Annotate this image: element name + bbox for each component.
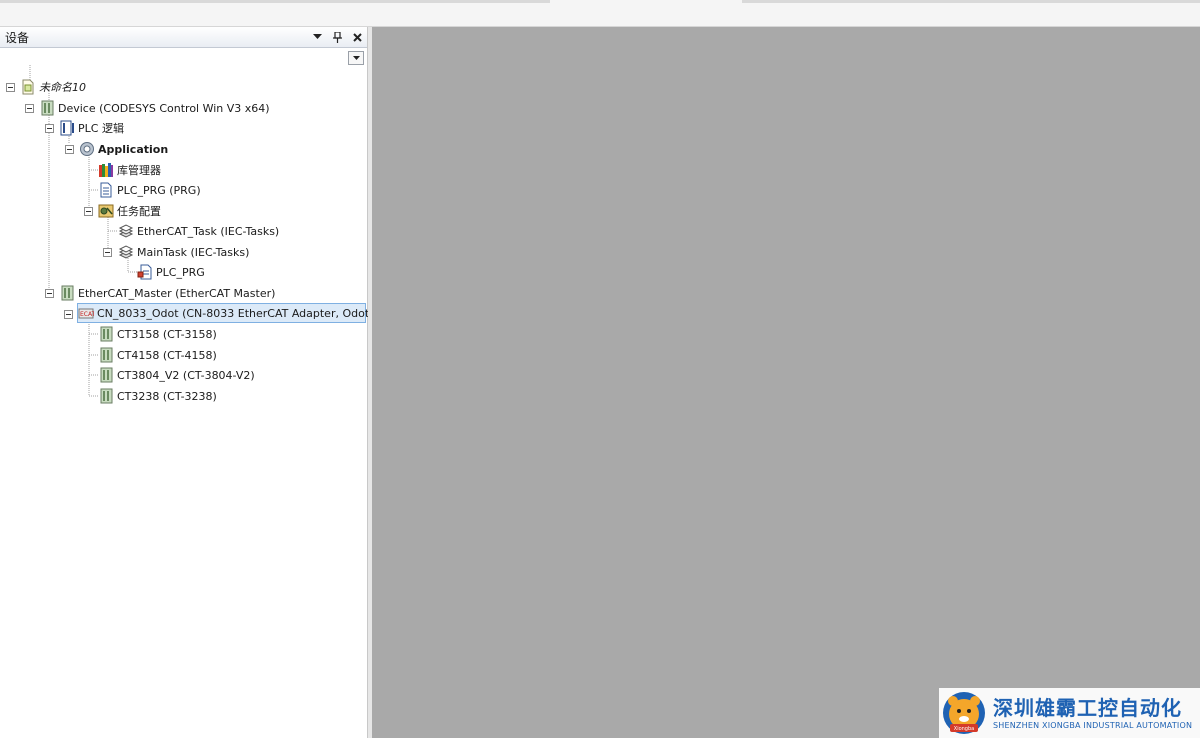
plc-prg-label: PLC_PRG (PRG) [117,183,201,197]
triangle-down-icon [312,34,322,39]
tree-item-ethercat-task[interactable]: EtherCAT_Task (IEC-Tasks) [118,221,279,241]
tree-item-main-task[interactable]: MainTask (IEC-Tasks) [118,242,249,262]
close-icon [352,32,362,42]
ct3238-label: CT3238 (CT-3238) [117,389,217,403]
main-task-label: MainTask (IEC-Tasks) [137,245,250,259]
ct3804-label: CT3804_V2 (CT-3804-V2) [117,368,255,382]
expand-toggle-project[interactable] [6,83,15,92]
expand-toggle-main-task[interactable] [103,248,112,257]
watermark-english: SHENZHEN XIONGBA INDUSTRIAL AUTOMATION [993,720,1193,730]
project-file-icon [20,79,36,95]
tree-item-task-config[interactable]: 任务配置 [98,201,161,221]
tree-item-ct4158[interactable]: CT4158 (CT-4158) [98,345,217,365]
io-module-icon [98,367,114,383]
panel-pin-button[interactable] [327,28,347,46]
project-label: 未命名10 [39,81,86,94]
task-icon [118,244,134,260]
tree-item-ct3158[interactable]: CT3158 (CT-3158) [98,324,217,344]
tree-item-project[interactable]: 未命名10 [20,77,86,97]
tree-item-plc-prg-call[interactable]: PLC_PRG [137,262,205,282]
watermark-chinese: 深圳雄霸工控自动化 [993,695,1182,720]
expand-toggle-ethercat-master[interactable] [45,289,54,298]
panel-menu-button[interactable] [307,28,327,46]
program-call-icon [137,264,153,280]
cn-8033-label: CN_8033_Odot (CN-8033 EtherCAT Adapter, … [97,306,374,320]
application-gear-icon [79,141,95,157]
pou-document-icon [98,182,114,198]
tree-item-plc-logic[interactable]: PLC 逻辑 [59,118,124,138]
device-label: Device (CODESYS Control Win V3 x64) [58,101,270,115]
library-books-icon [98,162,114,178]
panel-title: 设备 [5,30,30,45]
tree-item-application[interactable]: Application [79,139,168,159]
device-icon [39,100,55,116]
expand-toggle-task-config[interactable] [84,207,93,216]
expand-toggle-device[interactable] [25,104,34,113]
ethercat-master-icon [59,285,75,301]
watermark-logo-text: Xiongba [954,726,974,732]
panel-close-button[interactable] [347,28,367,46]
tree-item-ct3804[interactable]: CT3804_V2 (CT-3804-V2) [98,365,255,385]
plc-prg-call-label: PLC_PRG [156,265,205,279]
expand-toggle-application[interactable] [65,145,74,154]
toolbar-tab-right [742,0,1200,3]
devices-panel: 设备 未命名10 Device (CODESYS Control Win V3 … [0,27,373,738]
expand-toggle-plc-logic[interactable] [45,124,54,133]
ct3158-label: CT3158 (CT-3158) [117,327,217,341]
io-module-icon [98,388,114,404]
library-manager-label: 库管理器 [117,164,161,177]
tree-item-cn-8033-selected[interactable]: ECAT CN_8033_Odot (CN-8033 EtherCAT Adap… [77,303,373,323]
watermark-logo: Xiongba [943,692,985,734]
expand-toggle-cn-8033[interactable] [64,310,73,319]
plc-logic-icon [59,120,75,136]
task-config-label: 任务配置 [117,205,161,218]
tree-item-ethercat-master[interactable]: EtherCAT_Master (EtherCAT Master) [59,283,275,303]
editor-area [372,27,1200,738]
ethercat-task-label: EtherCAT_Task (IEC-Tasks) [137,224,280,238]
task-icon [118,223,134,239]
top-toolbar-strip [0,0,1200,27]
svg-text:ECAT: ECAT [80,311,94,318]
plc-logic-label: PLC 逻辑 [78,122,124,135]
ethercat-adapter-icon: ECAT [78,305,94,321]
devices-panel-header: 设备 [0,27,367,48]
tree-item-device[interactable]: Device (CODESYS Control Win V3 x64) [39,98,270,118]
io-module-icon [98,326,114,342]
pin-icon [332,31,342,43]
application-label: Application [98,142,169,156]
tree-item-ct3238[interactable]: CT3238 (CT-3238) [98,386,217,406]
watermark: Xiongba 深圳雄霸工控自动化 SHENZHEN XIONGBA INDUS… [939,688,1200,738]
tree-item-library-manager[interactable]: 库管理器 [98,160,161,180]
ethercat-master-label: EtherCAT_Master (EtherCAT Master) [78,286,276,300]
device-tree: 未命名10 Device (CODESYS Control Win V3 x64… [0,49,373,738]
watermark-text: 深圳雄霸工控自动化 SHENZHEN XIONGBA INDUSTRIAL AU… [993,696,1192,731]
ct4158-label: CT4158 (CT-4158) [117,348,217,362]
task-config-icon [98,203,114,219]
io-module-icon [98,347,114,363]
toolbar-tab-left [0,0,550,3]
tree-item-plc-prg[interactable]: PLC_PRG (PRG) [98,180,201,200]
